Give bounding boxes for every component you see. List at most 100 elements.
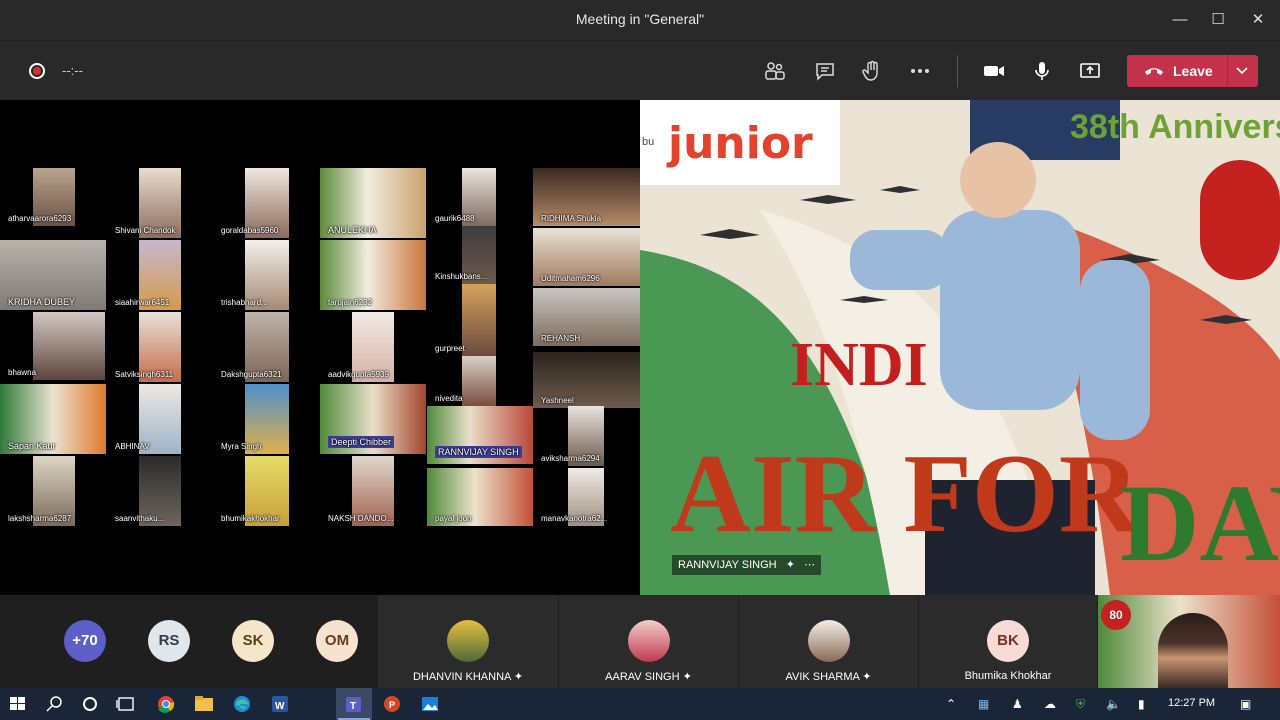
windows-start-icon[interactable] (0, 688, 36, 720)
participant-name: Kinshukbans... (435, 272, 488, 281)
video-tile[interactable]: Yashneel (533, 352, 640, 408)
video-tile[interactable]: Deepti Chibber (320, 384, 426, 454)
search-icon[interactable] (36, 688, 72, 720)
participant-name: Uditmaham6296 (541, 274, 600, 283)
chat-icon[interactable] (813, 59, 837, 83)
video-tile[interactable]: Kinshukbans... (427, 226, 533, 284)
video-tile[interactable]: Uditmaham6296 (533, 228, 640, 286)
volume-icon[interactable]: 🔈 (1106, 697, 1121, 711)
battery-icon[interactable]: ▮ (1138, 697, 1145, 711)
video-tile[interactable]: lakshsharma6287 (0, 456, 106, 526)
video-tile[interactable]: bhumikakhokhar (213, 456, 319, 526)
mic-off-icon: ✦ (862, 671, 872, 683)
minimize-icon[interactable]: — (1170, 10, 1190, 30)
file-explorer-icon[interactable] (186, 688, 222, 720)
video-tile[interactable]: payal joon (427, 468, 533, 526)
video-tile[interactable]: saanvithaku... (107, 456, 213, 526)
camera-icon[interactable] (982, 59, 1006, 83)
window-title: Meeting in "General" (575, 11, 705, 27)
video-tile[interactable]: goraldabas5960 (213, 168, 319, 238)
participant-name: ABHINAV (115, 442, 150, 451)
video-tile[interactable]: Shivani Chandok (107, 168, 213, 238)
overflow-participants-button[interactable]: +70 (64, 620, 106, 662)
avatar[interactable]: OM (316, 620, 358, 662)
self-view-video[interactable]: 80 (1098, 595, 1280, 688)
video-tile[interactable]: KRIDHA DUBEY (0, 240, 106, 310)
close-icon[interactable]: ✕ (1248, 10, 1268, 30)
participant-tile[interactable]: DHANVIN KHANNA ✦ (378, 595, 558, 688)
video-tile[interactable]: Sapan Kaur (0, 384, 106, 454)
teams-icon[interactable]: T (336, 688, 372, 720)
video-tile[interactable]: bhawna (0, 312, 106, 380)
main-stage-video[interactable]: bu junior 38th Annivers INDI AIR FOR DAY… (640, 100, 1280, 595)
task-view-icon[interactable] (108, 688, 144, 720)
video-tile[interactable]: Dakshgupta6321 (213, 312, 319, 382)
more-options-icon[interactable]: ⋯ (804, 559, 815, 571)
app-tray-icon[interactable]: ▦ (978, 697, 989, 711)
avatar[interactable]: RS (148, 620, 190, 662)
cloud-icon[interactable]: ☁ (1044, 697, 1056, 711)
recording-icon (29, 63, 45, 79)
video-tile[interactable]: atharvaarora6293 (0, 168, 106, 226)
meeting-timer: --:-- (62, 63, 83, 78)
show-hidden-icons[interactable]: ⌃ (946, 697, 956, 711)
participant-name: nivedita (435, 394, 463, 403)
participant-name: gaurik6488 (435, 214, 475, 223)
video-tile[interactable]: nivedita (427, 356, 533, 406)
event-badge: 80 (1101, 600, 1131, 630)
video-tile[interactable]: gurpreet (427, 284, 533, 356)
video-tile[interactable]: Myra Singh (213, 384, 319, 454)
participant-name: goraldabas5960 (221, 226, 279, 235)
security-shield-icon[interactable]: ⛨ (1076, 697, 1085, 712)
brand-prefix: bu (642, 136, 655, 148)
cortana-icon[interactable] (72, 688, 108, 720)
leave-button[interactable]: Leave (1127, 55, 1258, 87)
toolbar-divider (957, 55, 958, 87)
edge-icon[interactable] (224, 688, 260, 720)
avatar: BK (987, 620, 1029, 662)
more-options-icon[interactable] (908, 59, 932, 83)
participant-name: ANULEKHA (328, 225, 377, 235)
participant-name: lakshsharma6287 (8, 514, 72, 523)
powerpoint-icon[interactable]: P (374, 688, 410, 720)
participants-icon[interactable] (763, 59, 787, 83)
participant-tile[interactable]: AARAV SINGH ✦ (559, 595, 738, 688)
video-tile[interactable]: RIDHIMA Shukla (533, 168, 640, 226)
gallery-grid: atharvaarora6293 KRIDHA DUBEY bhawna Sap… (0, 100, 640, 595)
participant-name: Sapan Kaur (8, 441, 56, 451)
participant-tile[interactable]: BK Bhumika Khokhar (919, 595, 1097, 688)
video-tile[interactable]: Satviksingh6311 (107, 312, 213, 382)
raise-hand-icon[interactable] (860, 59, 884, 83)
microphone-icon[interactable] (1030, 59, 1054, 83)
participant-name: manavkanotra62... (541, 514, 608, 523)
word-icon[interactable]: W (262, 688, 298, 720)
chrome-icon[interactable] (148, 688, 184, 720)
maximize-icon[interactable]: ☐ (1208, 10, 1228, 30)
video-tile[interactable]: RANNVIJAY SINGH (427, 406, 533, 464)
participant-name: gurpreet (435, 344, 465, 353)
participant-tile[interactable]: AVIK SHARMA ✦ (739, 595, 918, 688)
participant-name: AARAV SINGH (605, 671, 680, 683)
system-clock[interactable]: 12:27 PM (1168, 697, 1215, 709)
video-tile[interactable]: REHANSH (533, 288, 640, 346)
video-tile[interactable]: ABHINAV (107, 384, 213, 454)
share-screen-icon[interactable] (1078, 59, 1102, 83)
svg-text:P: P (389, 700, 395, 710)
video-tile[interactable]: trishabhard... (213, 240, 319, 310)
video-tile[interactable]: manavkanotra62... (533, 468, 640, 526)
video-tile[interactable]: aadvikgupta5939 (320, 312, 426, 382)
participant-name: payal joon (435, 514, 472, 523)
chevron-down-icon[interactable] (1235, 62, 1249, 80)
video-tile[interactable]: tarujain6232 (320, 240, 426, 310)
video-tile[interactable]: gaurik6488 (427, 168, 533, 226)
people-icon[interactable]: ♟ (1012, 697, 1023, 711)
avatar (627, 620, 670, 662)
video-tile[interactable]: aviksharma6294 (533, 406, 640, 466)
video-tile[interactable]: ANULEKHA (320, 168, 426, 238)
photos-icon[interactable] (412, 688, 448, 720)
headline-air-force: AIR FOR (670, 432, 1140, 556)
video-tile[interactable]: NAKSH DANDO... (320, 456, 426, 526)
video-tile[interactable]: siaahirwar6451 (107, 240, 213, 310)
avatar[interactable]: SK (232, 620, 274, 662)
notification-icon[interactable]: ▣ (1240, 697, 1251, 711)
